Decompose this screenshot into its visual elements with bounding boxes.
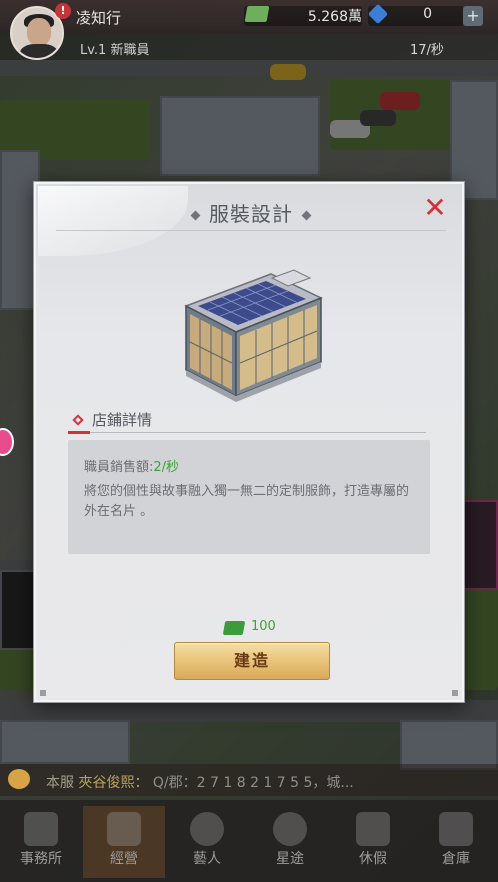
business-chart-icon (107, 812, 141, 846)
section-title: 店鋪詳情 (92, 411, 153, 429)
nav-office[interactable]: 事務所 (0, 806, 82, 878)
section-header: 店鋪詳情 (68, 408, 428, 434)
steering-wheel-icon (273, 812, 307, 846)
sales-label: 職員銷售額: (84, 460, 154, 475)
nav-artists[interactable]: 藝人 (166, 806, 248, 878)
chat-icon[interactable] (8, 769, 30, 789)
corner-marker (40, 690, 46, 696)
corner-marker (452, 690, 458, 696)
shop-building-image (176, 264, 326, 404)
nav-business[interactable]: 經營 (83, 806, 165, 878)
shop-detail-modal: 服裝設計 ✕ 店鋪詳情 職員銷售額:2/秒 將您的個性與故事融入獨一無二的定制服… (34, 182, 464, 702)
artist-person-icon (190, 812, 224, 846)
income-rate: 17/秒 (410, 43, 444, 58)
shop-description: 將您的個性與故事融入獨一無二的定制服飾，打造專屬的外在名片 。 (84, 484, 410, 519)
add-gems-button[interactable]: + (463, 6, 483, 26)
nav-label: 倉庫 (442, 851, 470, 867)
nav-label: 星途 (276, 851, 304, 867)
chat-message[interactable]: 本服 夾谷俊熙： Q/郡：2 7 1 8 2 1 7 5 5，城... (46, 772, 354, 792)
sales-value: 2/秒 (153, 460, 180, 475)
shop-detail-box: 職員銷售額:2/秒 將您的個性與故事融入獨一無二的定制服飾，打造專屬的外在名片 … (68, 440, 430, 554)
player-level: Lv.1 新職員 (80, 43, 150, 58)
build-button[interactable]: 建造 (174, 642, 330, 680)
nav-star-path[interactable]: 星途 (249, 806, 331, 878)
close-button[interactable]: ✕ (420, 194, 450, 224)
diamond-outline-icon (72, 414, 84, 426)
diamond-icon (301, 210, 312, 221)
sales-rate-line: 職員銷售額:2/秒 (84, 456, 179, 475)
chat-content: Q/郡：2 7 1 8 2 1 7 5 5，城... (152, 775, 354, 791)
diamond-icon (190, 210, 201, 221)
modal-title: 服裝設計 (209, 202, 293, 226)
palm-tree-icon (356, 812, 390, 846)
nav-label: 經營 (110, 851, 138, 867)
cash-icon (244, 6, 270, 22)
money-value: 5.268萬 (307, 9, 362, 25)
modal-title-wrap: 服裝設計 (36, 198, 466, 227)
office-building-icon (24, 812, 58, 846)
chat-channel: 本服 (46, 775, 74, 791)
title-divider (56, 230, 446, 231)
section-divider (68, 432, 426, 433)
gem-value: 0 (423, 6, 432, 22)
boxes-icon (439, 812, 473, 846)
cash-icon (222, 621, 246, 635)
chat-sender: 夾谷俊熙： (78, 775, 149, 791)
nav-label: 藝人 (193, 851, 221, 867)
alert-icon[interactable]: ! (55, 3, 71, 19)
nav-vacation[interactable]: 休假 (332, 806, 414, 878)
nav-label: 事務所 (20, 851, 62, 867)
section-divider-accent (68, 431, 90, 434)
nav-warehouse[interactable]: 倉庫 (415, 806, 497, 878)
cost-value: 100 (251, 619, 276, 634)
nav-label: 休假 (359, 851, 387, 867)
top-hud: ! 凌知行 Lv.1 新職員 5.268萬 0 + 17/秒 (0, 0, 498, 62)
player-name: 凌知行 (76, 9, 122, 27)
